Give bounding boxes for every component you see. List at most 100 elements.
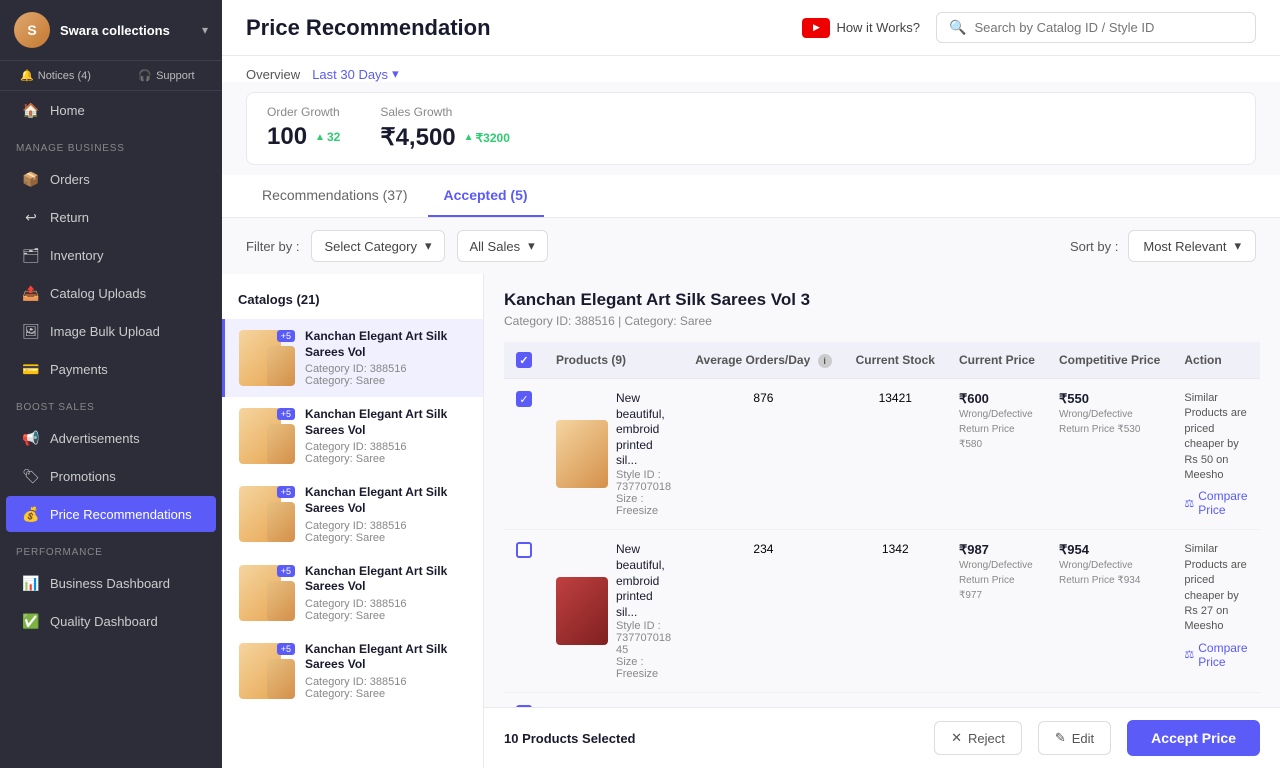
row-checkbox[interactable]	[516, 391, 532, 407]
list-item[interactable]: +5 Kanchan Elegant Art Silk Sarees Vol C…	[222, 319, 483, 397]
selected-count: 10 Products Selected	[504, 731, 918, 746]
performance-section: Performance	[0, 533, 222, 564]
bell-icon: 🔔	[20, 69, 34, 82]
sales-filter-dropdown[interactable]: All Sales ▾	[457, 230, 548, 262]
sidebar-item-label: Home	[50, 103, 85, 118]
sidebar-item-label: Return	[50, 210, 89, 225]
catalog-thumbnail: +5	[239, 643, 295, 699]
sidebar-item-price-recommendations[interactable]: 💰 Price Recommendations	[6, 496, 216, 532]
home-icon: 🏠	[22, 101, 40, 119]
sidebar-item-business-dashboard[interactable]: 📊 Business Dashboard	[6, 565, 216, 601]
table-row: New beautiful, embroid printed sil... St…	[504, 379, 1260, 530]
catalog-thumbnail: +5	[239, 408, 295, 464]
stats-card: Order Growth 100 32 Sales Growth ₹4,500 …	[246, 92, 1256, 165]
current-price-header: Current Price	[947, 342, 1047, 379]
product-detail: Kanchan Elegant Art Silk Sarees Vol 3 Ca…	[484, 274, 1280, 707]
compare-price-link[interactable]: ⚖ Compare Price	[1184, 641, 1248, 669]
sidebar-item-label: Business Dashboard	[50, 576, 170, 591]
sidebar-item-label: Orders	[50, 172, 90, 187]
competitive-price-cell: ₹550 Wrong/DefectiveReturn Price ₹530	[1047, 379, 1172, 530]
date-filter-button[interactable]: Last 30 Days ▾	[312, 66, 398, 82]
return-icon: ↩	[22, 208, 40, 226]
bottom-action-bar: 10 Products Selected ✕ Reject ✎ Edit Acc…	[484, 707, 1280, 768]
action-header: Action	[1172, 342, 1260, 379]
sidebar-item-return[interactable]: ↩ Return	[6, 199, 216, 235]
category-filter-dropdown[interactable]: Select Category ▾	[311, 230, 444, 262]
how-it-works-button[interactable]: How it Works?	[802, 18, 920, 38]
row-checkbox[interactable]	[516, 542, 532, 558]
current-price-cell: ₹987 Wrong/DefectiveReturn Price ₹977	[947, 530, 1047, 693]
sidebar-item-quality-dashboard[interactable]: ✅ Quality Dashboard	[6, 603, 216, 639]
tab-recommendations[interactable]: Recommendations (37)	[246, 175, 424, 217]
sidebar-item-orders[interactable]: 📦 Orders	[6, 161, 216, 197]
sidebar-item-catalog-uploads[interactable]: 📤 Catalog Uploads	[6, 275, 216, 311]
order-growth-stat: Order Growth 100 32	[267, 105, 340, 152]
chevron-down-icon: ▾	[392, 66, 399, 82]
competitive-price-cell: ₹450 - ₹550 Wrong/DefectiveReturn Price₹…	[1047, 693, 1172, 707]
row-checkbox-cell[interactable]	[504, 379, 544, 530]
search-icon: 🔍	[949, 19, 966, 36]
sidebar-item-label: Price Recommendations	[50, 507, 192, 522]
sidebar-item-promotions[interactable]: 🏷 Promotions	[6, 458, 216, 494]
quality-icon: ✅	[22, 612, 40, 630]
action-cell: Similar Products priced cheaper other su…	[1172, 693, 1260, 707]
edit-button[interactable]: ✎ Edit	[1038, 721, 1111, 755]
edit-icon: ✎	[1055, 730, 1066, 746]
sidebar-item-inventory[interactable]: 🗂 Inventory	[6, 237, 216, 273]
orders-icon: 📦	[22, 170, 40, 188]
tab-accepted[interactable]: Accepted (5)	[428, 175, 544, 217]
catalog-icon: 📤	[22, 284, 40, 302]
sidebar-item-advertisements[interactable]: 📢 Advertisements	[6, 420, 216, 456]
chevron-down-icon: ▾	[528, 238, 535, 254]
image-icon: 🖼	[22, 322, 40, 340]
notices-button[interactable]: 🔔 Notices (4)	[0, 61, 111, 90]
sidebar-item-payments[interactable]: 💳 Payments	[6, 351, 216, 387]
list-item[interactable]: +5 Kanchan Elegant Art Silk Sarees Vol C…	[222, 475, 483, 553]
header: Price Recommendation How it Works? 🔍	[222, 0, 1280, 56]
detail-meta: Category ID: 388516 | Category: Saree	[504, 314, 1260, 328]
current-stock-header: Current Stock	[844, 342, 947, 379]
sidebar-header[interactable]: S Swara collections ▾	[0, 0, 222, 61]
current-price-cell: ₹500 - ₹600 Wrong/DefectiveReturn Price₹…	[947, 693, 1047, 707]
sort-dropdown[interactable]: Most Relevant ▾	[1128, 230, 1256, 262]
sidebar-item-label: Catalog Uploads	[50, 286, 146, 301]
sidebar-item-label: Promotions	[50, 469, 116, 484]
avatar: S	[14, 12, 50, 48]
sidebar-notices-support: 🔔 Notices (4) 🎧 Support	[0, 61, 222, 91]
sidebar-item-home[interactable]: 🏠 Home	[6, 92, 216, 128]
compare-icon: ⚖	[1184, 497, 1194, 510]
ads-icon: 📢	[22, 429, 40, 447]
sidebar-item-label: Quality Dashboard	[50, 614, 158, 629]
current-stock-cell: 1342	[844, 693, 947, 707]
youtube-icon	[802, 18, 830, 38]
list-item[interactable]: +5 Kanchan Elegant Art Silk Sarees Vol C…	[222, 397, 483, 475]
dashboard-icon: 📊	[22, 574, 40, 592]
main-content: Price Recommendation How it Works? 🔍 Ove…	[222, 0, 1280, 768]
tabs-bar: Recommendations (37) Accepted (5)	[222, 175, 1280, 218]
store-name: Swara collections	[60, 23, 192, 38]
manage-business-section: Manage Business	[0, 129, 222, 160]
support-button[interactable]: 🎧 Support	[111, 61, 222, 90]
current-price-cell: ₹600 Wrong/DefectiveReturn Price ₹580	[947, 379, 1047, 530]
product-thumbnail	[556, 577, 608, 645]
payment-icon: 💳	[22, 360, 40, 378]
reject-button[interactable]: ✕ Reject	[934, 721, 1022, 755]
row-checkbox-cell[interactable]	[504, 693, 544, 707]
list-item[interactable]: +5 Kanchan Elegant Art Silk Sarees Vol C…	[222, 632, 483, 710]
sidebar: S Swara collections ▾ 🔔 Notices (4) 🎧 Su…	[0, 0, 222, 768]
select-all-checkbox[interactable]	[516, 352, 532, 368]
catalog-thumbnail: +5	[239, 486, 295, 542]
competitive-price-cell: ₹954 Wrong/DefectiveReturn Price ₹934	[1047, 530, 1172, 693]
catalog-list: Catalogs (21) +5 Kanchan Elegant Art Sil…	[222, 274, 484, 768]
search-input[interactable]	[974, 20, 1243, 35]
sidebar-item-label: Image Bulk Upload	[50, 324, 160, 339]
accept-price-button[interactable]: Accept Price	[1127, 720, 1260, 756]
sidebar-item-image-bulk-upload[interactable]: 🖼 Image Bulk Upload	[6, 313, 216, 349]
sales-growth-stat: Sales Growth ₹4,500 ₹3200	[380, 105, 510, 152]
row-checkbox-cell[interactable]	[504, 530, 544, 693]
select-all-header[interactable]	[504, 342, 544, 379]
sidebar-item-label: Payments	[50, 362, 108, 377]
compare-price-link[interactable]: ⚖ Compare Price	[1184, 489, 1248, 517]
list-item[interactable]: +5 Kanchan Elegant Art Silk Sarees Vol C…	[222, 554, 483, 632]
info-icon[interactable]: i	[818, 354, 832, 368]
